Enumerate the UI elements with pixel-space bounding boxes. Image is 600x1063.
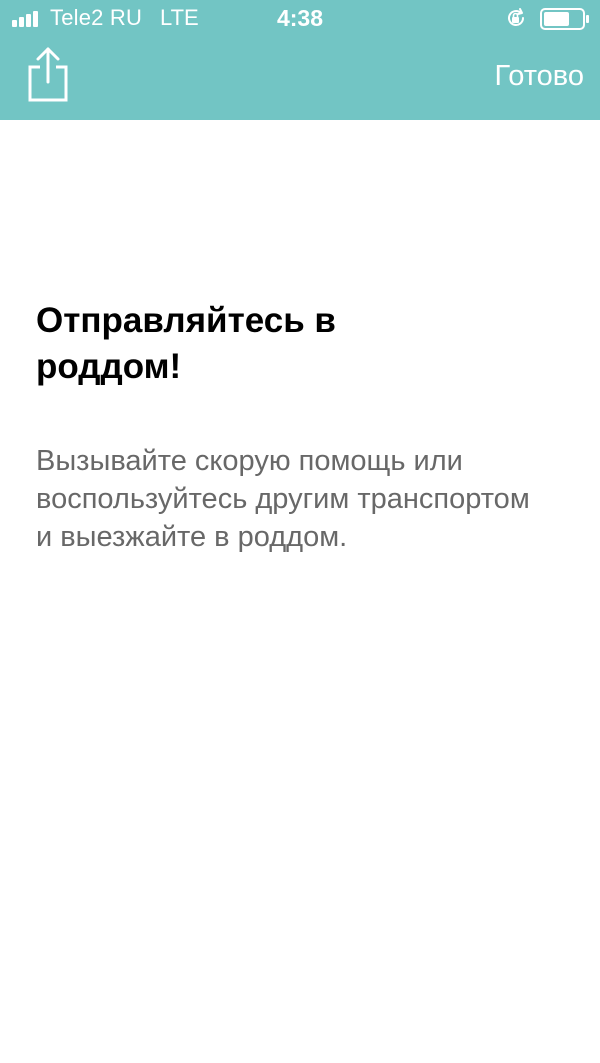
app-screen: Tele2 RU LTE 4:38 Готово Отправляйтесь в… [0, 0, 600, 1063]
battery-icon [540, 8, 589, 30]
orientation-lock-icon [508, 8, 524, 26]
message-description: Вызывайте скорую помощь или воспользуйте… [36, 445, 530, 553]
top-bar: Tele2 RU LTE 4:38 Готово [0, 0, 600, 120]
share-icon [28, 47, 68, 102]
share-button[interactable] [22, 44, 74, 104]
message-title: Отправляйтесь в роддом! [36, 301, 336, 386]
done-button[interactable]: Готово [494, 60, 584, 93]
status-bar: Tele2 RU LTE 4:38 [0, 0, 600, 38]
main-content: Отправляйтесь в роддом! Вызывайте скорую… [36, 298, 566, 556]
